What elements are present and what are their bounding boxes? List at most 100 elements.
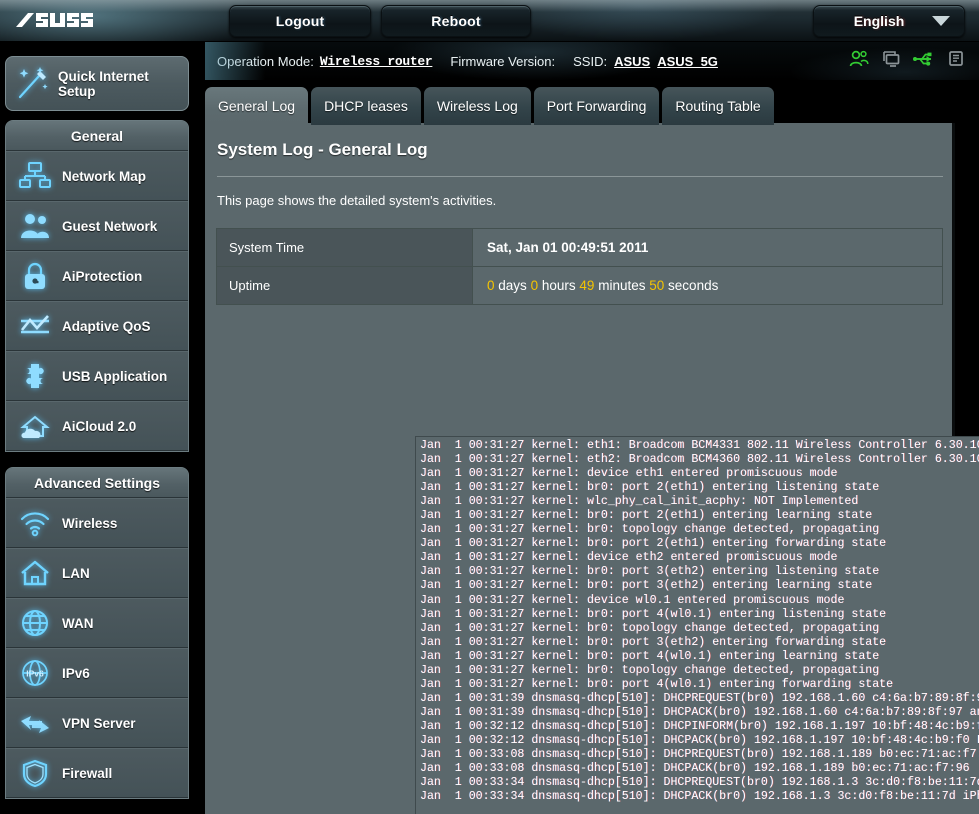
network-map-icon <box>14 159 56 193</box>
log-line: Jan 1 00:31:39 dnsmasq-dhcp[510]: DHCPRE… <box>420 691 979 705</box>
log-line: Jan 1 00:33:08 dnsmasq-dhcp[510]: DHCPRE… <box>420 748 979 762</box>
uptime-days: 0 <box>487 278 495 293</box>
sidebar-group-title: General <box>6 121 188 151</box>
log-viewer: Jan 1 00:31:27 kernel: eth1: Broadcom BC… <box>415 436 979 814</box>
sidebar-item-label: AiProtection <box>62 268 143 284</box>
page-description: This page shows the detailed system's ac… <box>217 193 497 208</box>
svg-text:IPv6: IPv6 <box>26 669 44 679</box>
left-sidebar: Quick Internet Setup General Network Map Gu… <box>0 42 205 814</box>
tab-wireless-log[interactable]: Wireless Log <box>423 87 531 125</box>
log-line: Jan 1 00:33:08 dnsmasq-dhcp[510]: DHCPAC… <box>420 762 970 776</box>
quick-internet-setup-button[interactable]: Quick Internet Setup <box>5 56 189 111</box>
firmware-version-label: Firmware Version: <box>450 53 556 69</box>
log-line: Jan 1 00:31:27 kernel: device eth2 enter… <box>420 551 838 565</box>
router-admin-page: Logout Reboot English Operation Mode: Wi… <box>0 0 979 814</box>
sidebar-item-aicloud-2-0[interactable]: AiCloud 2.0 <box>6 401 188 451</box>
tab-general-log[interactable]: General Log <box>205 87 309 125</box>
tab-routing-table[interactable]: Routing Table <box>662 87 774 125</box>
sidebar-item-label: Guest Network <box>62 218 158 234</box>
sidebar-item-adaptive-qos[interactable]: Adaptive QoS <box>6 301 188 351</box>
sidebar-item-label: USB Application <box>62 368 168 384</box>
title-divider <box>217 176 943 177</box>
sidebar-item-label: IPv6 <box>62 665 90 681</box>
cloud-home-icon <box>14 409 56 443</box>
uptime-days-label: days <box>498 278 527 293</box>
tab-dhcp-leases[interactable]: DHCP leases <box>311 87 421 125</box>
log-line: Jan 1 00:31:27 kernel: br0: port 4(wl0.1… <box>420 677 894 691</box>
printer-icon[interactable] <box>947 50 965 68</box>
ssid-label: SSID: <box>573 53 608 69</box>
chart-qos-icon <box>14 309 56 343</box>
log-line: Jan 1 00:31:27 kernel: br0: port 2(eth1)… <box>420 537 887 551</box>
log-line: Jan 1 00:31:27 kernel: br0: port 3(eth2)… <box>420 579 873 593</box>
table-row-system-time: System Time Sat, Jan 01 00:49:51 2011 <box>216 228 943 267</box>
sidebar-item-guest-network[interactable]: Guest Network <box>6 201 188 251</box>
sidebar-item-lan[interactable]: LAN <box>6 548 188 598</box>
log-line: Jan 1 00:31:27 kernel: br0: topology cha… <box>420 621 880 635</box>
sidebar-item-ipv6[interactable]: IPv6 IPv6 <box>6 648 188 698</box>
sidebar-item-wireless[interactable]: Wireless <box>6 498 188 548</box>
sidebar-group-general: General Network Map Guest Network AiProtect… <box>5 120 189 452</box>
main-content-panel: System Log - General Log This page shows… <box>205 123 979 814</box>
status-info-strip: Operation Mode: Wireless router Firmware… <box>205 42 979 80</box>
sidebar-item-label: LAN <box>62 565 90 581</box>
language-selector[interactable]: English <box>813 5 965 37</box>
tab-bar: General Log DHCP leases Wireless Log Port F… <box>205 85 777 125</box>
sidebar-item-aiprotection[interactable]: AiProtection <box>6 251 188 301</box>
log-line: Jan 1 00:31:27 kernel: br0: port 3(eth2)… <box>420 565 880 579</box>
log-line: Jan 1 00:31:27 kernel: device wl0.1 ente… <box>420 593 845 607</box>
guest-network-icon <box>14 209 56 243</box>
reboot-button[interactable]: Reboot <box>381 5 531 37</box>
log-line: Jan 1 00:31:39 dnsmasq-dhcp[510]: DHCPAC… <box>420 705 979 719</box>
log-line: Jan 1 00:31:27 kernel: eth1: Broadcom BC… <box>420 439 979 452</box>
log-line: Jan 1 00:31:27 kernel: wlc_phy_cal_init_… <box>420 495 859 509</box>
ssid-value-5ghz[interactable]: ASUS_5G <box>657 54 718 69</box>
log-line: Jan 1 00:31:27 kernel: br0: topology cha… <box>420 663 880 677</box>
system-time-label: System Time <box>216 228 473 267</box>
log-line: Jan 1 00:33:34 dnsmasq-dhcp[510]: DHCPRE… <box>420 776 979 790</box>
shield-icon <box>14 756 56 790</box>
system-info-table: System Time Sat, Jan 01 00:49:51 2011 Up… <box>216 228 943 305</box>
operation-mode-label: Operation Mode: <box>217 53 314 69</box>
logout-button[interactable]: Logout <box>229 5 371 37</box>
sidebar-item-label: Adaptive QoS <box>62 318 151 334</box>
top-header-bar: Logout Reboot English <box>0 0 979 42</box>
sidebar-item-usb-application[interactable]: USB Application <box>6 351 188 401</box>
sidebar-item-label: AiCloud 2.0 <box>62 418 137 434</box>
log-line: Jan 1 00:33:34 dnsmasq-dhcp[510]: DHCPAC… <box>420 790 979 804</box>
table-row-uptime: Uptime 0 days 0 hours 49 minutes 50 seco… <box>216 266 943 305</box>
log-line: Jan 1 00:32:12 dnsmasq-dhcp[510]: DHCPAC… <box>420 733 979 747</box>
uptime-label: Uptime <box>216 266 473 305</box>
puzzle-piece-icon <box>14 359 56 393</box>
log-line: Jan 1 00:31:27 kernel: br0: port 3(eth2)… <box>420 635 887 649</box>
log-line: Jan 1 00:31:27 kernel: device eth1 enter… <box>420 467 838 481</box>
magic-wand-icon <box>18 66 48 98</box>
uptime-minutes-label: minutes <box>598 278 646 293</box>
language-label: English <box>853 13 905 29</box>
globe-icon <box>14 606 56 640</box>
sidebar-group-advanced: Advanced Settings Wireless LAN WAN IPv6 IPv6 V… <box>5 467 189 799</box>
log-line: Jan 1 00:31:27 kernel: br0: port 2(eth1)… <box>420 481 880 495</box>
lock-shield-icon <box>14 259 56 293</box>
system-time-value: Sat, Jan 01 00:49:51 2011 <box>472 228 943 267</box>
sidebar-item-label: Firewall <box>62 765 113 781</box>
tab-port-forwarding[interactable]: Port Forwarding <box>533 87 660 125</box>
operation-mode-value[interactable]: Wireless router <box>320 54 433 69</box>
sidebar-item-vpn-server[interactable]: VPN Server <box>6 698 188 748</box>
sidebar-item-label: Wireless <box>62 515 118 531</box>
page-title: System Log - General Log <box>217 140 428 159</box>
wifi-icon <box>14 506 56 540</box>
sidebar-item-firewall[interactable]: Firewall <box>6 748 188 798</box>
clients-icon[interactable] <box>849 50 869 68</box>
uptime-seconds: 50 <box>649 278 665 293</box>
log-textarea[interactable]: Jan 1 00:31:27 kernel: eth1: Broadcom BC… <box>415 436 979 814</box>
usb-icon[interactable] <box>913 50 935 68</box>
sidebar-item-network-map[interactable]: Network Map <box>6 151 188 201</box>
monitors-icon[interactable] <box>881 50 901 68</box>
uptime-hours-label: hours <box>541 278 576 293</box>
log-line: Jan 1 00:31:27 kernel: eth2: Broadcom BC… <box>420 453 979 467</box>
ssid-value-24ghz[interactable]: ASUS <box>614 54 650 69</box>
log-line: Jan 1 00:31:27 kernel: br0: port 4(wl0.1… <box>420 649 880 663</box>
sidebar-item-wan[interactable]: WAN <box>6 598 188 648</box>
sidebar-item-label: WAN <box>62 615 94 631</box>
